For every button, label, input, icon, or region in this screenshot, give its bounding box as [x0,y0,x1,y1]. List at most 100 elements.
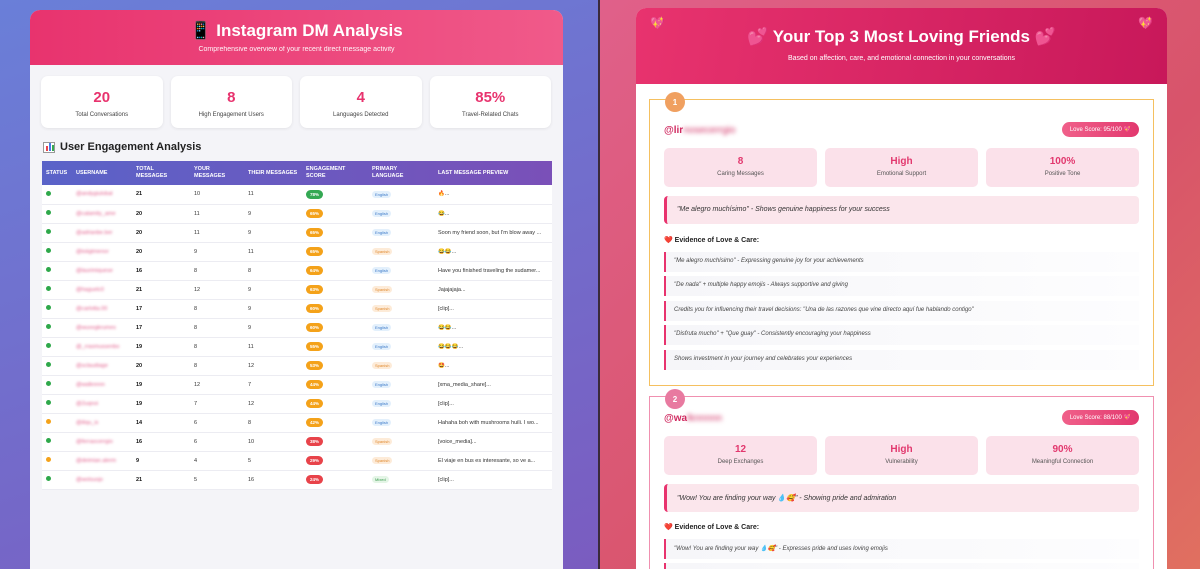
username[interactable]: @2uqnoi [76,401,98,407]
friend-card-2: 2 @walknnnnn Love Score: 88/100 💖 12 Dee… [649,389,1154,569]
stat-card-high-engagement: 8 High Engagement Users [170,76,292,128]
username-cell: @adrianbe.ber [72,223,132,243]
metric-card: High Emotional Support [825,148,978,187]
username[interactable]: @andygiulobal [76,191,112,197]
username[interactable]: @wuoogkrumes [76,325,116,331]
table-row[interactable]: @carlotta.00 17 8 9 60% Spanish [clip]... [42,299,552,319]
username[interactable]: @deimian.alerm [76,458,116,464]
love-score-badge: Love Score: 95/100 💖 [1061,122,1139,137]
evidence-item: Shows investment in your journey and cel… [664,350,1139,370]
total-messages-cell: 20 [132,223,190,243]
table-row[interactable]: @laurimiquese 16 8 8 64% English Have you fini… [42,261,552,281]
your-messages-cell: 11 [190,204,244,224]
column-header-status[interactable]: STATUS [42,161,72,185]
your-messages-cell: 12 [190,280,244,300]
username[interactable]: @walknnnn [76,382,105,388]
username[interactable]: @toiigtmenor [76,249,109,255]
loving-friends-card: 💖 💖 💕 Your Top 3 Most Loving Friends 💕 B… [636,8,1167,569]
score-cell: 44% [302,394,368,414]
status-cell [42,451,72,471]
message-preview-cell: Hahaha boh with mushrooms huili. I wo... [434,413,552,433]
their-messages-cell: 8 [244,261,302,281]
username[interactable]: @sclaudiage [76,363,108,369]
column-header-theirs[interactable]: THEIR MESSAGES [244,161,302,185]
username[interactable]: @adrianbe.ber [76,230,112,236]
evidence-item [664,563,1139,569]
total-messages-cell: 20 [132,242,190,262]
section-title-text: User Engagement Analysis [60,141,202,153]
stat-value: 85% [475,89,506,106]
status-dot [46,438,51,443]
username-cell: @sclaudiage [72,356,132,376]
username[interactable]: @_rrasmussenbo [76,344,120,350]
handle-blurred: nosecerrgio [683,125,736,136]
language-cell: English [368,204,434,224]
username[interactable]: @calamity_ame [76,211,116,217]
language-badge: Spanish [372,248,393,255]
status-cell [42,356,72,376]
metric-card: 12 Deep Exchanges [664,436,817,475]
status-cell [42,337,72,357]
username[interactable]: @laurimiquese [76,268,113,274]
engagement-score-badge: 42% [306,418,324,427]
friend-handle: @lirnosecerrgio [664,125,735,136]
table-row[interactable]: @calamity_ame 20 11 9 65% English 😂... [42,204,552,224]
total-messages-cell: 17 [132,299,190,319]
stat-label: Travel-Related Chats [462,112,519,118]
username[interactable]: @haguelc0 [76,287,104,293]
total-messages-cell: 16 [132,261,190,281]
evidence-title: ❤️ Evidence of Love & Care: [664,524,760,531]
table-row[interactable]: @andygiulobal 21 10 11 78% English 🔥... [42,185,552,205]
score-cell: 42% [302,413,368,433]
username[interactable]: @carlotta.00 [76,306,107,312]
table-row[interactable]: @wuoogkrumes 17 8 9 60% English 😂😂... [42,318,552,338]
table-row[interactable]: @wolsuojo 21 5 16 24% Mixed [clip]... [42,470,552,490]
column-header-language[interactable]: PRIMARY LANGUAGE [368,161,434,185]
their-messages-cell: 10 [244,432,302,452]
score-cell: 44% [302,375,368,395]
table-row[interactable]: @toiigtmenor 20 9 11 65% Spanish 😂😂... [42,242,552,262]
their-messages-cell: 11 [244,185,302,205]
table-row[interactable]: @walknnnn 19 12 7 44% English [xma_media_share… [42,375,552,395]
total-messages-cell: 19 [132,375,190,395]
table-row[interactable]: @iliqu_is 14 6 8 42% English Hahaha boh with m… [42,413,552,433]
love-header: 💖 💖 💕 Your Top 3 Most Loving Friends 💕 B… [636,8,1167,84]
message-preview-cell: [voice_media]... [434,432,552,452]
table-row[interactable]: @sclaudiage 20 8 12 53% Spanish 🤩... [42,356,552,376]
message-preview-cell: 😂... [434,204,552,224]
status-cell [42,394,72,414]
username-cell: @andygiulobal [72,185,132,205]
highlight-quote: "Wow! You are finding your way 💧🥰" - Sho… [664,484,1139,512]
score-cell: 38% [302,432,368,452]
column-header-score[interactable]: ENGAGEMENT SCORE [302,161,368,185]
score-cell: 65% [302,223,368,243]
column-header-total[interactable]: TOTAL MESSAGES [132,161,190,185]
message-preview-cell: Jajajajaja... [434,280,552,300]
evidence-item: Credits you for influencing their travel… [664,301,1139,321]
table-row[interactable]: @deimian.alerm 9 4 5 29% Spanish El viaje en b… [42,451,552,471]
evidence-title: ❤️ Evidence of Love & Care: [664,237,760,244]
language-badge: English [372,381,392,388]
friend-card-1: 1 @lirnosecerrgio Love Score: 95/100 💖 8… [649,92,1154,386]
column-header-yours[interactable]: YOUR MESSAGES [190,161,244,185]
username[interactable]: @iliqu_is [76,420,98,426]
your-messages-cell: 4 [190,451,244,471]
column-header-preview[interactable]: LAST MESSAGE PREVIEW [434,161,552,185]
table-row[interactable]: @haguelc0 21 12 9 63% Spanish Jajajajaja... [42,280,552,300]
message-preview-cell: [clip]... [434,299,552,319]
username[interactable]: @wolsuojo [76,477,103,483]
language-cell: English [368,413,434,433]
table-row[interactable]: @adrianbe.ber 20 11 9 65% English Soon my frie… [42,223,552,243]
table-row[interactable]: @_rrasmussenbo 19 8 11 55% English 😂😂😂... [42,337,552,357]
column-header-username[interactable]: USERNAME [72,161,132,185]
table-row[interactable]: @2uqnoi 19 7 12 44% English [clip]... [42,394,552,414]
username[interactable]: @ferraocerrgio [76,439,113,445]
table-row[interactable]: @ferraocerrgio 16 6 10 38% Spanish [voice_medi… [42,432,552,452]
metric-card: 90% Meaningful Connection [986,436,1139,475]
engagement-score-badge: 64% [306,266,324,275]
pixel-heart-icon: 💖 [650,16,665,30]
language-cell: Spanish [368,432,434,452]
status-dot [46,229,51,234]
engagement-score-badge: 53% [306,361,324,370]
language-cell: English [368,318,434,338]
